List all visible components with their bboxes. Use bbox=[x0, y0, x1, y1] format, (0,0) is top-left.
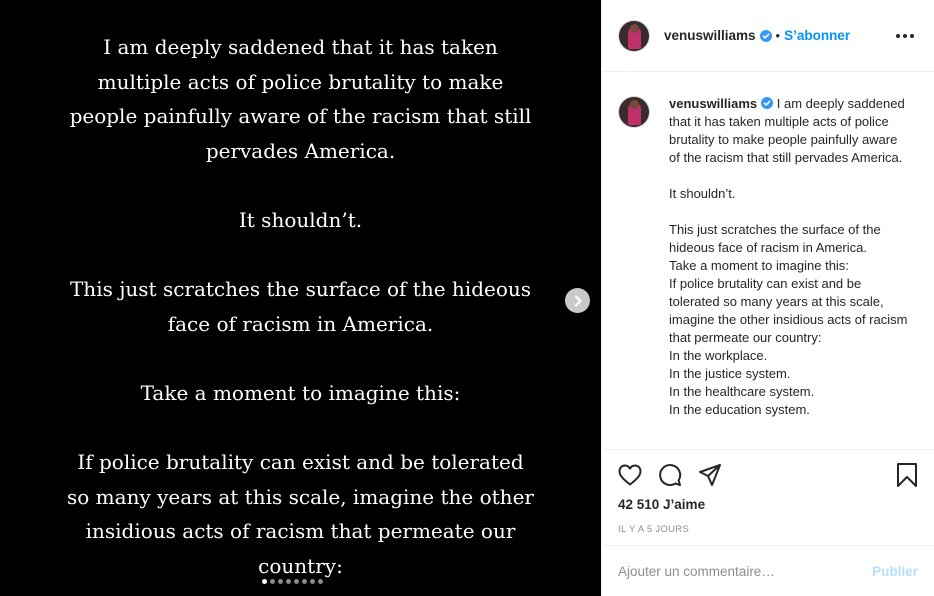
likes-count[interactable]: 42 510 J’aime bbox=[602, 497, 934, 512]
carousel-dot bbox=[294, 579, 299, 584]
post-sidebar: venuswilliams • S’abonner venuswilliams … bbox=[601, 0, 934, 596]
carousel-dot bbox=[270, 579, 275, 584]
carousel-dot bbox=[310, 579, 315, 584]
caption-paragraph: This just scratches the surface of the h… bbox=[669, 222, 908, 417]
carousel-dot bbox=[302, 579, 307, 584]
slide-paragraph: It shouldn’t. bbox=[238, 207, 363, 232]
caption-body: venuswilliams I am deeply saddened that … bbox=[669, 95, 909, 419]
slide-paragraph: I am deeply saddened that it has taken m… bbox=[69, 35, 532, 163]
post-header: venuswilliams • S’abonner bbox=[602, 0, 934, 72]
carousel-dot bbox=[278, 579, 283, 584]
post-timestamp[interactable]: IL Y A 5 JOURS bbox=[602, 524, 934, 535]
separator: • bbox=[775, 28, 781, 43]
more-options-icon[interactable] bbox=[892, 30, 918, 42]
share-icon[interactable] bbox=[698, 463, 722, 487]
carousel-dot bbox=[262, 579, 267, 584]
verified-badge-icon bbox=[761, 97, 774, 109]
slide-paragraph: This just scratches the surface of the h… bbox=[69, 277, 532, 336]
action-bar bbox=[602, 450, 934, 500]
comments-section: venuswilliams I am deeply saddened that … bbox=[618, 86, 918, 448]
comment-input[interactable] bbox=[618, 563, 865, 579]
chevron-right-icon bbox=[574, 294, 582, 307]
carousel-indicator bbox=[262, 579, 323, 585]
caption: venuswilliams I am deeply saddened that … bbox=[618, 86, 918, 419]
bookmark-icon[interactable] bbox=[896, 463, 918, 487]
header-username[interactable]: venuswilliams bbox=[664, 28, 756, 43]
slide-paragraph: Take a moment to imagine this: bbox=[140, 380, 461, 405]
post-media[interactable]: I am deeply saddened that it has taken m… bbox=[0, 0, 601, 596]
slide-paragraph: If police brutality can exist and be tol… bbox=[67, 450, 534, 578]
slide-text: I am deeply saddened that it has taken m… bbox=[0, 30, 601, 584]
heart-icon[interactable] bbox=[618, 464, 642, 486]
avatar[interactable] bbox=[618, 96, 650, 128]
carousel-dot bbox=[318, 579, 323, 584]
comment-icon[interactable] bbox=[658, 463, 682, 487]
add-comment-form: Publier bbox=[602, 545, 934, 596]
post-comment-button[interactable]: Publier bbox=[872, 564, 918, 579]
caption-username[interactable]: venuswilliams bbox=[669, 96, 757, 111]
caption-paragraph: It shouldn’t. bbox=[669, 186, 736, 201]
next-slide-button[interactable] bbox=[565, 288, 590, 313]
carousel-dot bbox=[286, 579, 291, 584]
follow-button[interactable]: S’abonner bbox=[784, 28, 850, 43]
post-actions-area: 42 510 J’aime IL Y A 5 JOURS bbox=[602, 449, 934, 535]
verified-badge-icon bbox=[759, 29, 772, 42]
avatar[interactable] bbox=[618, 19, 650, 52]
